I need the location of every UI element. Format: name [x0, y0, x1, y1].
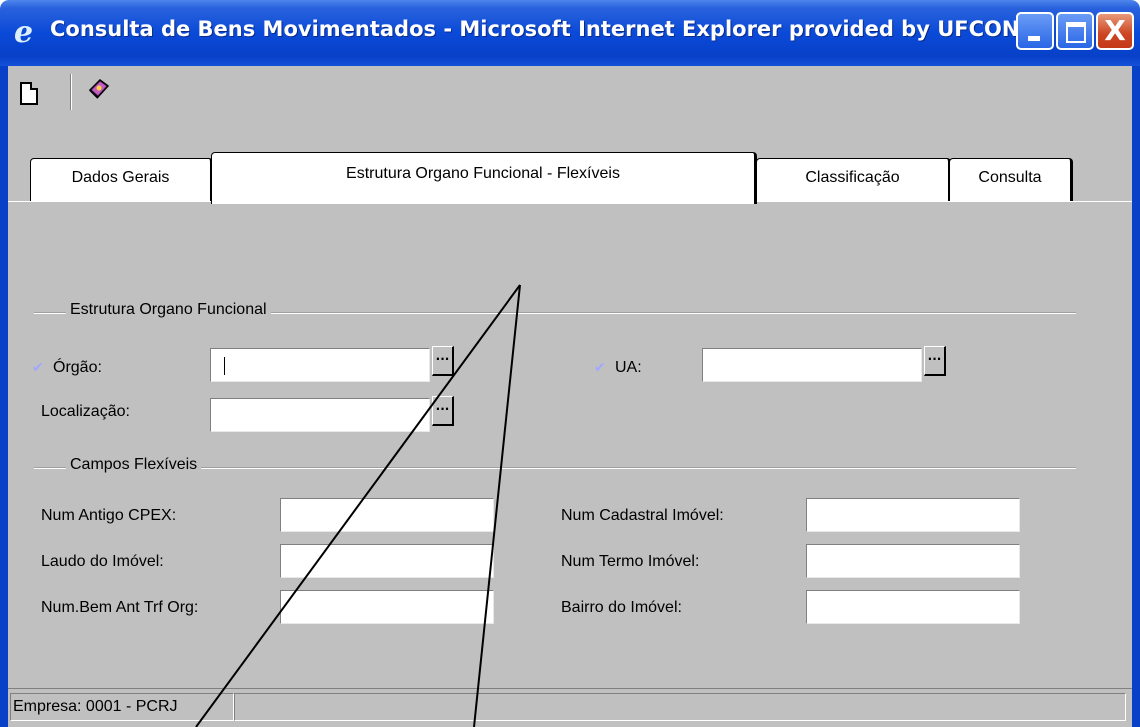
required-check-icon: ✔: [594, 360, 606, 376]
toolbar: [8, 66, 1132, 118]
group-title-estrutura: Estrutura Organo Funcional: [66, 301, 271, 319]
text-caret: [224, 357, 225, 375]
tab-dados-gerais[interactable]: Dados Gerais: [30, 158, 213, 202]
title-bar[interactable]: e Consulta de Bens Movimentados - Micros…: [0, 0, 1140, 66]
num-antigo-cpex-input[interactable]: [280, 498, 494, 532]
tab-consulta[interactable]: Consulta: [949, 158, 1073, 202]
group-title-campos-flexiveis: Campos Flexíveis: [66, 456, 202, 474]
new-document-icon[interactable]: [20, 82, 38, 105]
book-icon[interactable]: [88, 78, 110, 100]
toolbar-separator: [70, 74, 72, 110]
num-bem-ant-trf-org-input[interactable]: [280, 590, 494, 624]
laudo-imovel-label: Laudo do Imóvel:: [41, 553, 164, 570]
required-check-icon: ✔: [32, 360, 44, 376]
localizacao-label: Localização:: [41, 403, 130, 420]
close-icon: X: [1104, 14, 1126, 47]
orgao-label: Órgão:: [53, 359, 102, 376]
maximize-button[interactable]: [1056, 12, 1094, 50]
num-bem-ant-trf-org-label: Num.Bem Ant Trf Org:: [41, 599, 199, 616]
num-termo-imovel-label: Num Termo Imóvel:: [561, 553, 700, 570]
minimize-button[interactable]: [1016, 12, 1054, 50]
orgao-input[interactable]: [210, 348, 430, 382]
tab-estrutura-organo-funcional[interactable]: Estrutura Organo Funcional - Flexíveis: [211, 152, 757, 204]
laudo-imovel-input[interactable]: [280, 544, 494, 578]
num-antigo-cpex-label: Num Antigo CPEX:: [41, 507, 177, 524]
localizacao-lookup-button[interactable]: ...: [432, 396, 454, 426]
ie-logo-icon: e: [14, 15, 34, 50]
browser-window: e Consulta de Bens Movimentados - Micros…: [0, 0, 1140, 727]
status-empresa: Empresa: 0001 - PCRJ: [10, 693, 234, 721]
orgao-lookup-button[interactable]: ...: [432, 346, 454, 376]
tab-classificacao[interactable]: Classificação: [756, 158, 951, 202]
bairro-imovel-label: Bairro do Imóvel:: [561, 599, 682, 616]
page-content: Dados Gerais Classificação Consulta Estr…: [8, 66, 1132, 727]
localizacao-input[interactable]: [210, 398, 430, 432]
status-panel: [234, 693, 1126, 721]
ua-input[interactable]: [702, 348, 922, 382]
num-cadastral-imovel-label: Num Cadastral Imóvel:: [561, 507, 724, 524]
ua-label: UA:: [615, 359, 642, 376]
num-termo-imovel-input[interactable]: [806, 544, 1020, 578]
status-bar: Empresa: 0001 - PCRJ: [8, 688, 1132, 725]
num-cadastral-imovel-input[interactable]: [806, 498, 1020, 532]
ua-lookup-button[interactable]: ...: [924, 346, 946, 376]
bairro-imovel-input[interactable]: [806, 590, 1020, 624]
close-button[interactable]: X: [1096, 12, 1134, 50]
window-title: Consulta de Bens Movimentados - Microsof…: [50, 17, 1020, 41]
